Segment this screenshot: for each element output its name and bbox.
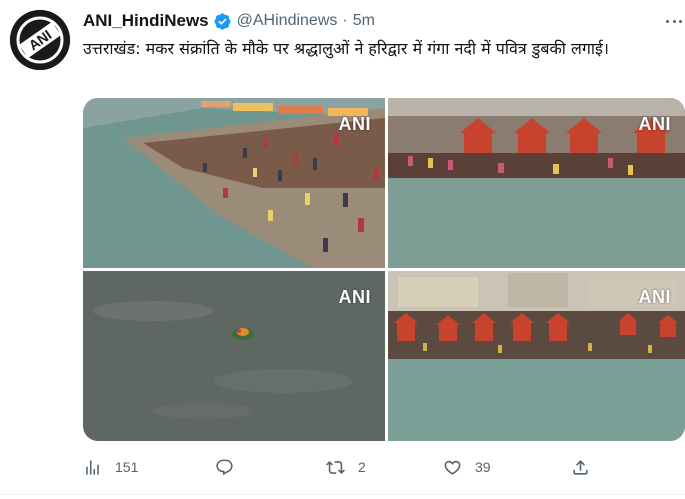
- media-image-4[interactable]: ANI: [388, 271, 685, 441]
- ani-watermark: ANI: [638, 114, 671, 134]
- like-button[interactable]: 39: [443, 455, 491, 479]
- user-handle[interactable]: @AHindinews: [237, 12, 338, 30]
- reply-icon: [216, 459, 233, 475]
- views-icon: [86, 459, 99, 475]
- share-button[interactable]: [571, 455, 590, 479]
- media-grid: ANI ANI ANI ANI: [83, 98, 685, 441]
- tweet-header: ANI_HindiNews @AHindinews · 5m: [83, 10, 375, 32]
- verified-badge-icon: [213, 12, 232, 31]
- more-options-icon[interactable]: [666, 14, 682, 28]
- share-icon: [573, 459, 588, 475]
- like-count: 39: [475, 459, 491, 475]
- media-image-3[interactable]: ANI: [83, 271, 385, 441]
- views-button[interactable]: 151: [83, 455, 138, 479]
- ani-watermark: ANI: [638, 287, 671, 307]
- media-image-2[interactable]: ANI: [388, 98, 685, 268]
- display-name[interactable]: ANI_HindiNews: [83, 11, 209, 31]
- ani-logo-icon: ANI: [10, 10, 70, 70]
- like-icon: [444, 460, 461, 475]
- tweet-divider: [0, 494, 685, 495]
- tweet-actions: 151 2 39: [83, 455, 603, 479]
- media-image-1[interactable]: ANI: [83, 98, 385, 268]
- ani-watermark: ANI: [338, 114, 371, 134]
- reply-button[interactable]: [215, 455, 234, 479]
- ani-watermark: ANI: [338, 287, 371, 307]
- timestamp[interactable]: 5m: [353, 12, 375, 30]
- avatar[interactable]: ANI: [10, 10, 70, 70]
- tweet-text: उत्तराखंड: मकर संक्रांति के मौके पर श्रद…: [83, 39, 609, 58]
- retweet-count: 2: [358, 459, 366, 475]
- separator-dot: ·: [342, 12, 348, 29]
- retweet-icon: [326, 460, 345, 474]
- retweet-button[interactable]: 2: [326, 455, 366, 479]
- views-count: 151: [115, 459, 139, 475]
